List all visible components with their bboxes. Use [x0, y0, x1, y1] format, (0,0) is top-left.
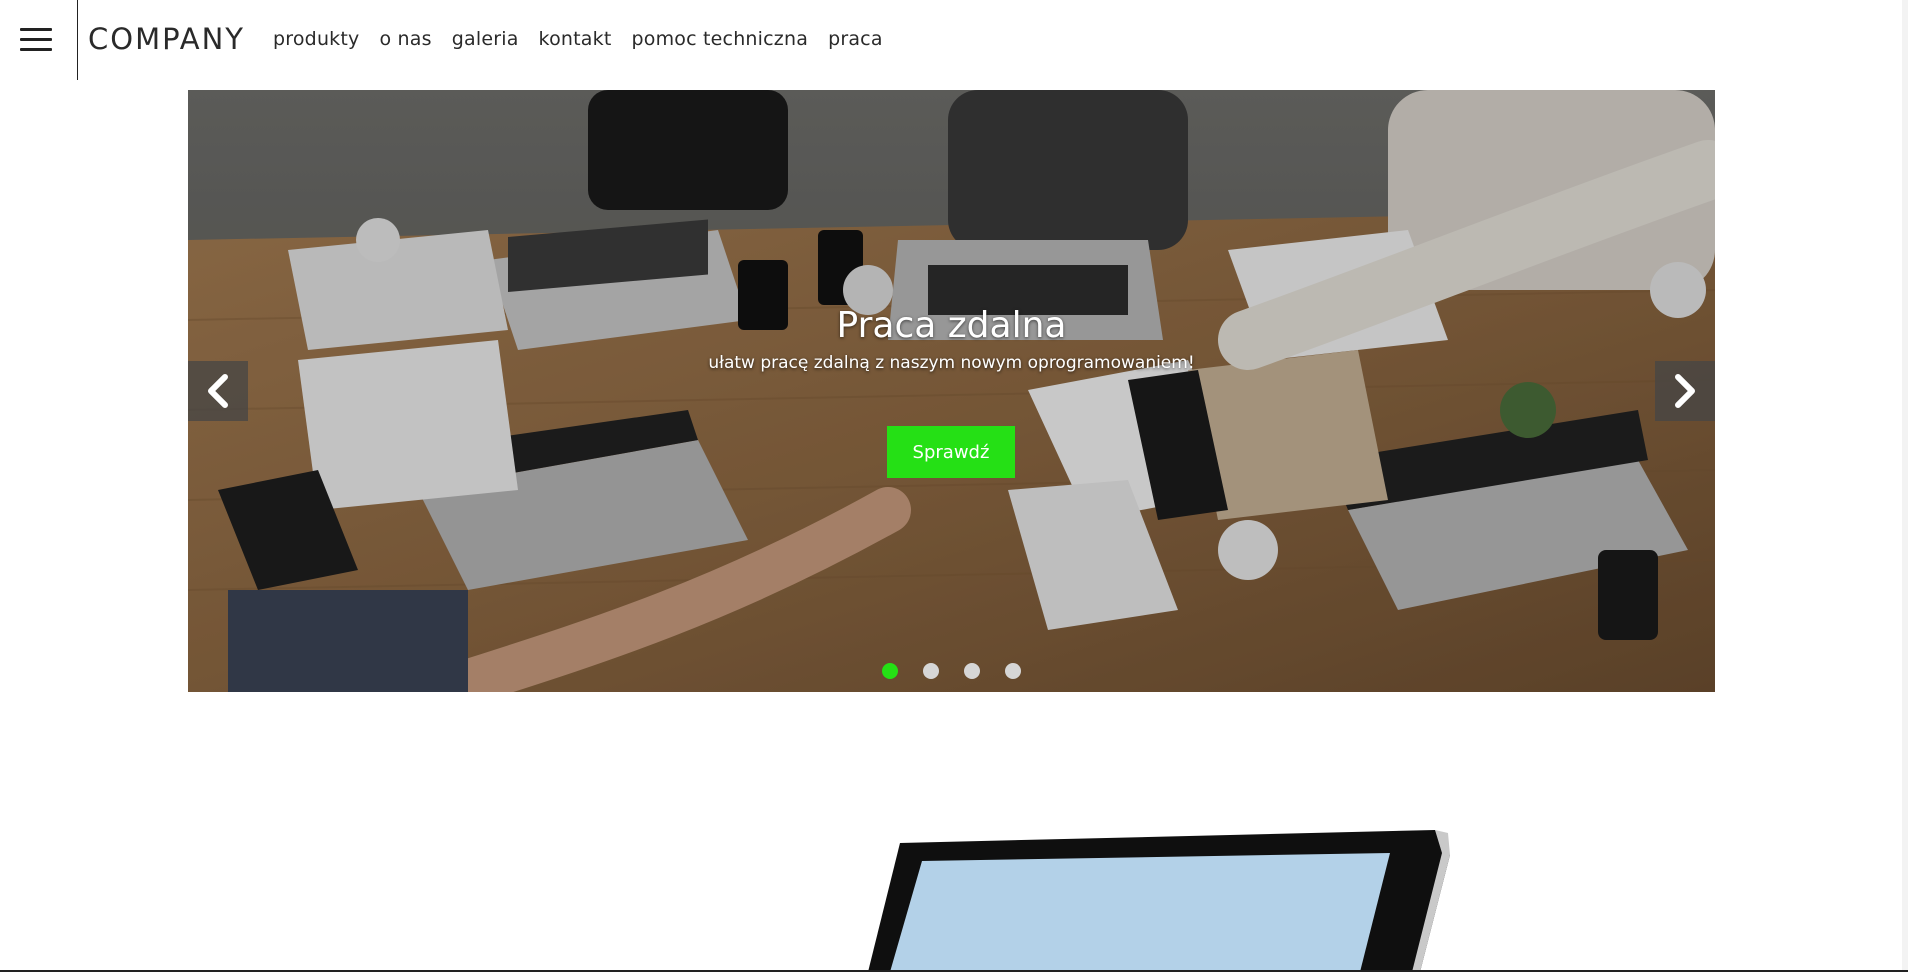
- hero-photo: [188, 90, 1715, 692]
- slide-subtitle: ułatw pracę zdalną z naszym nowym oprogr…: [708, 353, 1195, 373]
- nav-item-o-nas[interactable]: o nas: [379, 28, 431, 50]
- carousel-dot-1[interactable]: [882, 663, 898, 679]
- nav-item-galeria[interactable]: galeria: [452, 28, 519, 50]
- page-scrollbar[interactable]: [1902, 0, 1908, 972]
- carousel-dot-4[interactable]: [1005, 663, 1021, 679]
- slide-title: Praca zdalna: [836, 305, 1067, 346]
- chevron-right-icon: [1675, 374, 1695, 408]
- main-nav: produkty o nas galeria kontakt pomoc tec…: [273, 28, 903, 50]
- carousel-dot-3[interactable]: [964, 663, 980, 679]
- nav-item-kontakt[interactable]: kontakt: [539, 28, 612, 50]
- carousel-next-button[interactable]: [1655, 361, 1715, 421]
- hero-carousel: Praca zdalna ułatw pracę zdalną z naszym…: [188, 90, 1715, 692]
- nav-item-praca[interactable]: praca: [828, 28, 883, 50]
- company-logo[interactable]: COMPANY: [88, 22, 245, 56]
- header-divider: [77, 0, 78, 80]
- carousel-indicators: [188, 663, 1715, 679]
- check-button[interactable]: Sprawdź: [887, 426, 1015, 478]
- nav-item-pomoc-techniczna[interactable]: pomoc techniczna: [632, 28, 809, 50]
- hamburger-menu-icon[interactable]: [20, 28, 52, 52]
- carousel-prev-button[interactable]: [188, 361, 248, 421]
- page: COMPANY produkty o nas galeria kontakt p…: [0, 0, 1908, 972]
- nav-item-produkty[interactable]: produkty: [273, 28, 359, 50]
- site-header: COMPANY produkty o nas galeria kontakt p…: [0, 0, 1908, 80]
- chevron-left-icon: [208, 374, 228, 408]
- laptop-graphic: [868, 830, 1450, 972]
- carousel-dot-2[interactable]: [923, 663, 939, 679]
- laptop-image: [860, 825, 1450, 972]
